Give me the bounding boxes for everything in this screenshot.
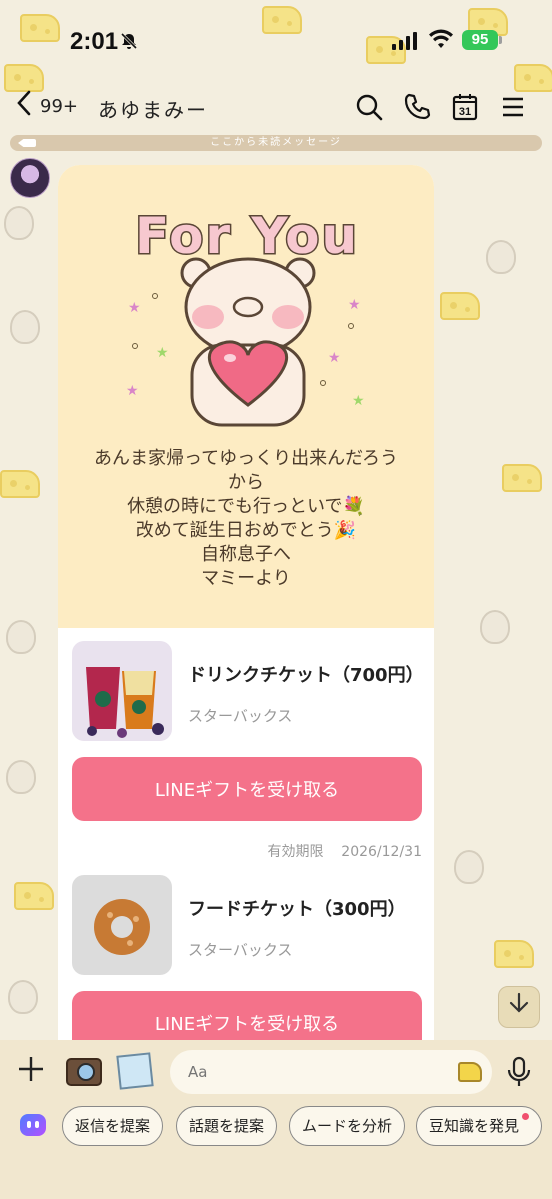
chip-analyze-mood[interactable]: ムードを分析: [289, 1106, 406, 1146]
message-input-bar: 返信を提案 話題を提案 ムードを分析 豆知識を発見: [0, 1040, 552, 1199]
unread-count[interactable]: 99+: [40, 96, 78, 117]
cellular-signal-icon: [392, 32, 417, 50]
camera-icon[interactable]: [66, 1058, 102, 1086]
gift-item-food[interactable]: フードチケット（300円） スターバックス: [72, 875, 422, 975]
unread-divider: ここから未読メッセージ: [10, 135, 542, 151]
gift-message-line: から: [228, 472, 264, 493]
chat-header: 99+ あゆまみー 31: [0, 84, 552, 130]
tag-icon: [18, 139, 36, 147]
expiry-date: 2026/12/31: [341, 844, 422, 860]
menu-icon[interactable]: [498, 92, 528, 122]
star-icon: ★: [128, 300, 141, 316]
photo-icon[interactable]: [116, 1052, 154, 1090]
gift-item-drink[interactable]: ドリンクチケット（700円） スターバックス: [72, 641, 424, 741]
status-bar: 2:01 95: [0, 0, 552, 80]
message-input[interactable]: [170, 1050, 492, 1094]
expiry-label: 有効期限: [267, 844, 324, 860]
gift-message-card: For You ★ ★ ★ ★ ★ ★ あんま家帰ってゆっくり出来んだろう から…: [58, 165, 434, 1065]
calendar-icon[interactable]: 31: [450, 92, 480, 122]
gift-message-line: あんま家帰ってゆっくり出来んだろう: [93, 448, 399, 469]
expiry: 有効期限 2026/12/31: [267, 841, 422, 861]
dot-icon: [132, 343, 138, 349]
gift-item-shop: スターバックス: [188, 941, 293, 959]
gift-item-name: フードチケット（300円）: [188, 899, 406, 920]
dot-icon: [152, 293, 158, 299]
gift-item-shop: スターバックス: [188, 707, 293, 725]
arrow-down-icon: [509, 992, 529, 1013]
star-icon: ★: [126, 383, 139, 399]
sticker-icon[interactable]: [458, 1062, 482, 1082]
status-time: 2:01: [70, 28, 119, 55]
wifi-icon: [428, 28, 454, 54]
chip-suggest-topic[interactable]: 話題を提案: [176, 1106, 278, 1146]
chip-label: 豆知識を発見: [429, 1117, 520, 1135]
gift-item-name: ドリンクチケット（700円）: [188, 665, 424, 686]
gift-message-line: 自称息子へ: [201, 544, 291, 565]
calendar-day: 31: [459, 106, 471, 118]
bell-slash-icon: [120, 32, 138, 55]
unread-divider-label: ここから未読メッセージ: [210, 137, 342, 148]
battery-indicator: 95: [462, 30, 502, 50]
phone-icon[interactable]: [402, 92, 432, 122]
dot-icon: [348, 323, 354, 329]
chip-discover-trivia[interactable]: 豆知識を発見: [416, 1106, 543, 1146]
star-icon: ★: [352, 393, 365, 409]
drink-thumbnail: [72, 641, 172, 741]
notification-dot: [522, 1113, 530, 1120]
star-icon: ★: [156, 345, 169, 361]
bear-with-heart-illustration: [180, 257, 316, 427]
ai-assistant-icon[interactable]: [20, 1114, 46, 1136]
gift-message-line: 改めて誕生日おめでとう🎉: [135, 520, 357, 541]
search-icon[interactable]: [354, 92, 384, 122]
star-icon: ★: [348, 297, 361, 313]
gift-message-line: マミーより: [201, 568, 291, 589]
chip-suggest-reply[interactable]: 返信を提案: [62, 1106, 164, 1146]
food-thumbnail: [72, 875, 172, 975]
gift-card-illustration: For You ★ ★ ★ ★ ★ ★ あんま家帰ってゆっくり出来んだろう から…: [58, 165, 434, 628]
receive-gift-button[interactable]: LINEギフトを受け取る: [72, 757, 422, 821]
gift-message: あんま家帰ってゆっくり出来んだろう から 休憩の時にでも行っといで💐 改めて誕生…: [58, 447, 434, 591]
gift-message-line: 休憩の時にでも行っといで💐: [127, 496, 365, 517]
chat-title: あゆまみー: [98, 98, 208, 122]
star-icon: ★: [328, 350, 341, 366]
plus-icon[interactable]: [16, 1054, 46, 1090]
avatar[interactable]: [10, 158, 50, 198]
microphone-icon[interactable]: [506, 1056, 532, 1088]
scroll-down-button[interactable]: [498, 986, 540, 1028]
back-chevron-icon[interactable]: [14, 88, 34, 126]
ai-suggestion-row: 返信を提案 話題を提案 ムードを分析 豆知識を発見: [0, 1106, 552, 1150]
